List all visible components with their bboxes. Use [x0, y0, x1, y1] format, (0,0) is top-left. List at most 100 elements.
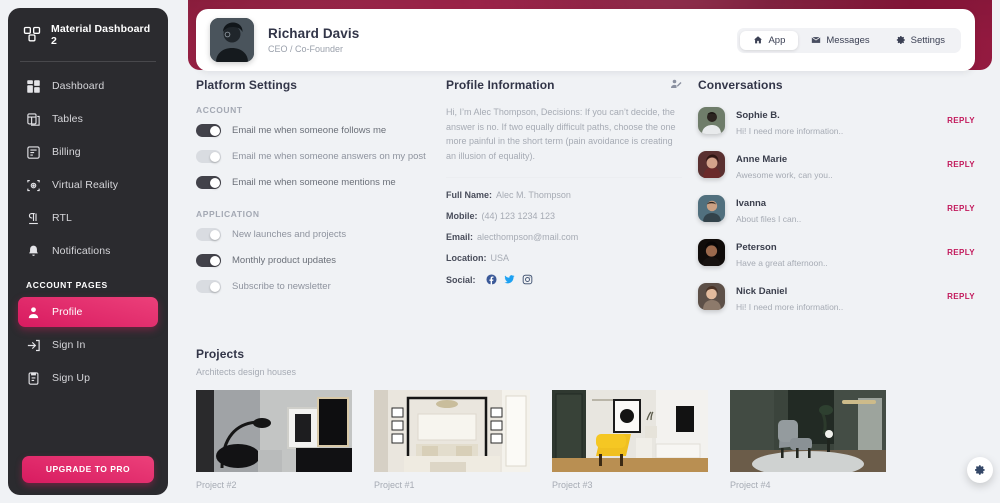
project-card[interactable]: Project #1 [374, 390, 530, 490]
toggle-email-answers[interactable] [196, 150, 221, 163]
conversation-name: Nick Daniel [736, 286, 788, 297]
project-image [730, 390, 886, 472]
setting-row: Email me when someone follows me [196, 124, 432, 137]
conversations-title: Conversations [698, 78, 783, 92]
tab-messages[interactable]: Messages [798, 31, 882, 50]
sidebar-item-billing[interactable]: Billing [18, 137, 158, 167]
tab-settings[interactable]: Settings [883, 31, 958, 50]
profile-field-social: Social: [446, 274, 682, 285]
toggle-knob [209, 281, 220, 292]
conversation-name: Ivanna [736, 198, 767, 209]
sidebar-item-virtual-reality[interactable]: Virtual Reality [18, 170, 158, 200]
sidebar-item-profile[interactable]: Profile [18, 297, 158, 327]
avatar [698, 283, 725, 310]
page-title: Richard Davis [268, 26, 360, 41]
field-value: USA [490, 253, 510, 264]
sidebar-item-dashboard[interactable]: Dashboard [18, 71, 158, 101]
conversation-name: Anne Marie [736, 154, 788, 165]
conversation-text: Nick Daniel Hi! I need more information.… [736, 281, 843, 312]
conversation-message: Hi! I need more information.. [736, 302, 844, 312]
instagram-icon[interactable] [522, 274, 533, 285]
avatar [698, 107, 725, 134]
toggle-new-launches[interactable] [196, 228, 221, 241]
toggle-knob [209, 255, 220, 266]
project-card[interactable]: Project #3 [552, 390, 708, 490]
toggle-email-mentions[interactable] [196, 176, 221, 189]
conversation-message: Awesome work, can you.. [736, 170, 833, 180]
billing-icon [26, 145, 41, 160]
reply-button[interactable]: REPLY [947, 248, 975, 257]
settings-fab-button[interactable] [967, 457, 993, 483]
sidebar-section-account-pages: ACCOUNT PAGES [26, 280, 108, 290]
profile-field-email: Email: alecthompson@mail.com [446, 232, 682, 242]
reply-button[interactable]: REPLY [947, 292, 975, 301]
sidebar-item-tables[interactable]: Tables [18, 104, 158, 134]
field-label: Location: [446, 253, 487, 264]
gear-icon [896, 35, 906, 45]
avatar [698, 239, 725, 266]
toggle-email-follows[interactable] [196, 124, 221, 137]
envelope-icon [811, 35, 821, 45]
field-value: Alec M. Thompson [496, 190, 571, 201]
list-item[interactable]: Nick Daniel Hi! I need more information.… [698, 281, 975, 312]
project-name: Project #3 [552, 480, 593, 490]
dashboard-logo-icon [22, 25, 42, 45]
toggle-knob [209, 229, 220, 240]
sidebar-item-sign-up[interactable]: Sign Up [18, 363, 158, 393]
sidebar-item-label: RTL [52, 212, 72, 224]
project-card[interactable]: Project #2 [196, 390, 352, 490]
dashboard-icon [26, 79, 41, 94]
profile-header-card: Richard Davis CEO / Co-Founder App Messa… [196, 9, 975, 71]
sidebar-nav: Dashboard Tables Billing Virtual Reality [8, 71, 168, 393]
sidebar-item-rtl[interactable]: RTL [18, 203, 158, 233]
account-subheading: ACCOUNT [196, 105, 243, 115]
reply-button[interactable]: REPLY [947, 116, 975, 125]
projects-grid: Project #2 Project #1 Project #3 Project… [196, 390, 975, 490]
conversation-text: Sophie B. Hi! I need more information.. [736, 105, 843, 136]
setting-label: New launches and projects [232, 229, 347, 240]
profile-information-title: Profile Information [446, 78, 555, 92]
tab-label: Settings [910, 34, 945, 46]
setting-label: Email me when someone follows me [232, 125, 387, 136]
profile-information-header: Profile Information [446, 78, 682, 92]
sidebar-item-label: Sign In [52, 339, 86, 351]
reply-button[interactable]: REPLY [947, 160, 975, 169]
avatar [698, 195, 725, 222]
sidebar-item-label: Billing [52, 146, 81, 158]
sidebar-item-label: Virtual Reality [52, 179, 119, 191]
setting-label: Subscribe to newsletter [232, 281, 331, 292]
list-item[interactable]: Anne Marie Awesome work, can you.. REPLY [698, 149, 975, 180]
sidebar-brand[interactable]: Material Dashboard 2 [8, 8, 168, 61]
field-label: Mobile: [446, 211, 478, 222]
reply-button[interactable]: REPLY [947, 204, 975, 213]
tab-app[interactable]: App [740, 30, 799, 50]
projects-title: Projects [196, 347, 245, 361]
avatar [698, 151, 725, 178]
application-subheading: APPLICATION [196, 209, 260, 219]
edit-profile-icon[interactable] [670, 78, 682, 90]
sidebar-item-sign-in[interactable]: Sign In [18, 330, 158, 360]
sidebar-item-notifications[interactable]: Notifications [18, 236, 158, 266]
conversation-message: Have a great afternoon.. [736, 258, 828, 268]
profile-role: CEO / Co-Founder [268, 44, 344, 54]
toggle-newsletter[interactable] [196, 280, 221, 293]
sign-in-icon [26, 338, 41, 353]
platform-settings-panel: Platform Settings ACCOUNT Email me when … [196, 78, 446, 325]
rtl-icon [26, 211, 41, 226]
vr-headset-icon [26, 178, 41, 193]
list-item[interactable]: Sophie B. Hi! I need more information.. … [698, 105, 975, 136]
list-item[interactable]: Ivanna About files I can.. REPLY [698, 193, 975, 224]
sidebar-item-label: Sign Up [52, 372, 91, 384]
toggle-monthly-updates[interactable] [196, 254, 221, 267]
twitter-icon[interactable] [503, 274, 515, 285]
platform-settings-title: Platform Settings [196, 78, 298, 92]
conversation-name: Peterson [736, 242, 777, 253]
upgrade-to-pro-button[interactable]: UPGRADE TO PRO [22, 456, 154, 483]
project-card[interactable]: Project #4 [730, 390, 886, 490]
facebook-icon[interactable] [485, 274, 497, 285]
list-item[interactable]: Peterson Have a great afternoon.. REPLY [698, 237, 975, 268]
avatar[interactable] [210, 18, 254, 62]
conversation-name: Sophie B. [736, 110, 780, 121]
setting-label: Email me when someone mentions me [232, 177, 396, 188]
projects-subtitle: Architects design houses [196, 367, 297, 377]
